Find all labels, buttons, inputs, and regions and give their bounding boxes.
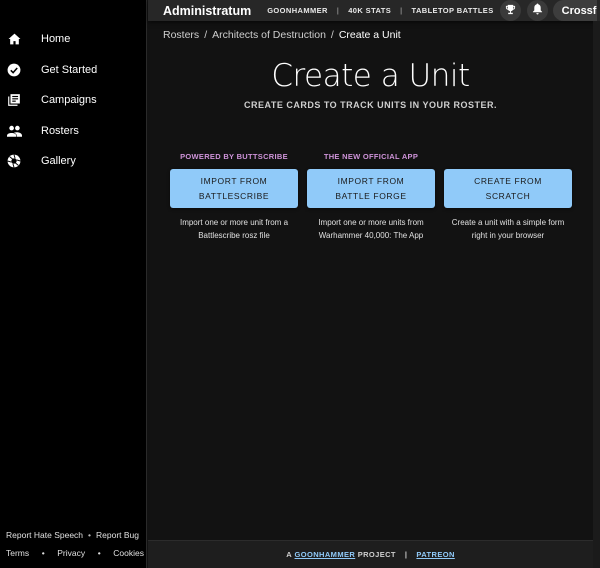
option-description: Import one or more units from Warhammer … (307, 216, 435, 242)
page-title: Create a Unit (271, 58, 470, 94)
button-label-line: IMPORT FROM (337, 175, 405, 186)
sidebar-nav: Home Get Started Campaigns Rosters Galle… (0, 24, 147, 177)
button-label-line: CREATE FROM (474, 175, 542, 186)
option-description: Import one or more unit from a Battlescr… (170, 216, 298, 242)
check-circle-icon (6, 62, 22, 78)
sidebar-item-campaigns[interactable]: Campaigns (0, 85, 147, 116)
trophy-button[interactable] (499, 0, 521, 21)
footer-bar: A GOONHAMMER PROJECT | PATREON (148, 540, 593, 568)
option-battlescribe: POWERED BY BUTTSCRIBE IMPORT FROM BATTLE… (170, 152, 298, 242)
sidebar-item-gallery[interactable]: Gallery (0, 146, 147, 177)
privacy-link[interactable]: Privacy (57, 548, 85, 558)
sidebar-item-label: Home (41, 33, 71, 46)
sidebar-item-rosters[interactable]: Rosters (0, 116, 147, 147)
breadcrumb-separator: / (204, 29, 208, 41)
user-menu-button[interactable]: Crossfire (552, 0, 597, 21)
option-tag: THE NEW OFFICIAL APP (323, 152, 419, 161)
option-description: Create a unit with a simple form right i… (444, 216, 572, 242)
home-icon (6, 31, 22, 47)
sidebar-item-label: Gallery (41, 155, 76, 168)
app-title[interactable]: Administratum (163, 4, 251, 18)
report-bug-link[interactable]: Report Bug (96, 530, 139, 540)
footer-separator: | (404, 550, 408, 559)
footer-suffix: PROJECT (357, 550, 396, 559)
goonhammer-footer-link[interactable]: GOONHAMMER (295, 550, 356, 559)
40k-stats-link[interactable]: 40K STATS (348, 6, 391, 15)
page-subtitle: CREATE CARDS TO TRACK UNITS IN YOUR ROST… (243, 100, 497, 110)
breadcrumb-roster-name[interactable]: Architects of Destruction (212, 29, 326, 41)
breadcrumb-current: Create a Unit (338, 29, 401, 41)
sidebar-footer-row: Terms • Privacy • Cookies (6, 544, 144, 562)
notifications-button[interactable] (526, 0, 548, 21)
cookies-link[interactable]: Cookies (113, 548, 144, 558)
terms-link[interactable]: Terms (6, 548, 29, 558)
bell-icon (532, 2, 543, 20)
sidebar-item-home[interactable]: Home (0, 24, 147, 55)
button-label-line: IMPORT FROM (200, 175, 268, 186)
description-line: Warhammer 40,000: The App (318, 231, 424, 240)
top-app-bar: Administratum GOONHAMMER | 40K STATS | T… (148, 0, 600, 21)
page-heading: Create a Unit CREATE CARDS TO TRACK UNIT… (148, 58, 593, 110)
breadcrumb: Rosters / Architects of Destruction / Cr… (163, 29, 401, 41)
sidebar-footer: Report Hate Speech • Report Bug Terms • … (6, 526, 144, 562)
footer-prefix: A (286, 550, 293, 559)
breadcrumb-rosters[interactable]: Rosters (163, 29, 199, 41)
top-links: GOONHAMMER | 40K STATS | TABLETOP BATTLE… (267, 6, 493, 15)
sidebar-item-label: Campaigns (41, 94, 97, 107)
goonhammer-link[interactable]: GOONHAMMER (267, 6, 328, 15)
link-separator: | (400, 6, 403, 15)
sidebar-footer-row: Report Hate Speech • Report Bug (6, 526, 144, 544)
option-tag (444, 152, 572, 164)
button-label-line: BATTLESCRIBE (198, 190, 270, 201)
description-line: Import one or more units from (318, 218, 424, 227)
footer-dot: • (88, 530, 92, 540)
library-icon (6, 92, 22, 108)
footer-dot: • (41, 548, 45, 558)
breadcrumb-separator: / (330, 29, 334, 41)
footer-dot: • (97, 548, 101, 558)
option-scratch: CREATE FROM SCRATCH Create a unit with a… (444, 152, 572, 242)
button-label-line: SCRATCH (485, 190, 531, 201)
sidebar: Home Get Started Campaigns Rosters Galle… (0, 0, 147, 568)
option-tag: POWERED BY BUTTSCRIBE (180, 152, 288, 161)
create-options: POWERED BY BUTTSCRIBE IMPORT FROM BATTLE… (170, 152, 572, 242)
create-from-scratch-button[interactable]: CREATE FROM SCRATCH (444, 169, 572, 208)
group-icon (6, 123, 22, 139)
button-label-line: BATTLE FORGE (335, 190, 407, 201)
description-line: Create a unit with a simple form (451, 218, 565, 227)
import-battlescribe-button[interactable]: IMPORT FROM BATTLESCRIBE (170, 169, 298, 208)
trophy-icon (505, 2, 516, 20)
sidebar-item-label: Get Started (41, 63, 98, 76)
scrollbar[interactable] (593, 21, 600, 568)
description-line: Battlescribe rosz file (198, 231, 270, 240)
aperture-icon (6, 153, 22, 169)
description-line: right in your browser (471, 231, 545, 240)
patreon-link[interactable]: PATREON (416, 550, 454, 559)
description-line: Import one or more unit from a (179, 218, 289, 227)
import-battle-forge-button[interactable]: IMPORT FROM BATTLE FORGE (307, 169, 435, 208)
tabletop-battles-link[interactable]: TABLETOP BATTLES (412, 6, 494, 15)
sidebar-item-label: Rosters (41, 124, 79, 137)
sidebar-item-get-started[interactable]: Get Started (0, 55, 147, 86)
link-separator: | (336, 6, 340, 15)
report-hate-speech-link[interactable]: Report Hate Speech (6, 530, 83, 540)
option-battle-forge: THE NEW OFFICIAL APP IMPORT FROM BATTLE … (307, 152, 435, 242)
